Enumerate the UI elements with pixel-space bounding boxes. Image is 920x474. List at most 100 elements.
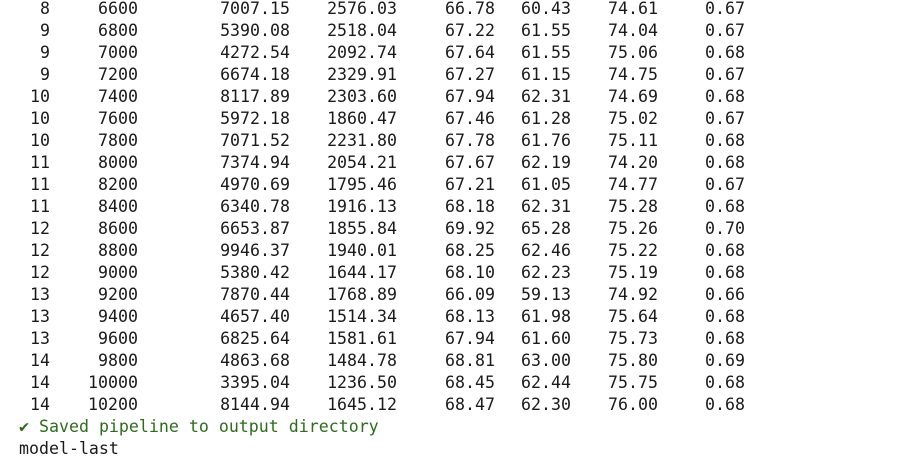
cell-epoch: 8 [40,0,50,18]
cell-epoch: 9 [40,21,50,40]
cell-loss-a: 6825.64 [220,329,290,348]
cell-score-total: 0.67 [705,0,745,18]
cell-epoch: 12 [30,263,50,282]
cell-score-total: 0.70 [705,219,745,238]
cell-score-c: 75.19 [608,263,658,282]
cell-epoch: 11 [30,153,50,172]
cell-step: 9800 [98,351,138,370]
cell-epoch: 9 [40,43,50,62]
cell-loss-a: 7007.15 [220,0,290,18]
cell-score-c: 75.73 [608,329,658,348]
cell-epoch: 13 [30,307,50,326]
cell-score-a: 67.46 [445,109,495,128]
cell-loss-a: 7870.44 [220,285,290,304]
cell-score-total: 0.67 [705,65,745,84]
cell-loss-a: 5380.42 [220,263,290,282]
cell-score-c: 75.11 [608,131,658,150]
cell-score-b: 62.19 [521,153,571,172]
cell-step: 9600 [98,329,138,348]
table-row: 11 8400 6340.78 1916.13 68.18 62.31 75.28 0.68 [0,196,920,218]
terminal-output: 8 6600 7007.15 2576.03 66.78 60.43 74.61 0.67 9 6… [0,0,920,460]
cell-score-total: 0.68 [705,263,745,282]
cell-score-b: 61.60 [521,329,571,348]
cell-step: 6800 [98,21,138,40]
cell-score-total: 0.66 [705,285,745,304]
cell-step: 7800 [98,131,138,150]
table-row: 12 8800 9946.37 1940.01 68.25 62.46 75.22 0.68 [0,240,920,262]
cell-loss-b: 1581.61 [327,329,397,348]
cell-score-a: 67.64 [445,43,495,62]
cell-step: 7600 [98,109,138,128]
cell-score-total: 0.68 [705,241,745,260]
checkmark-icon: ✔ [19,417,29,436]
table-row: 13 9200 7870.44 1768.89 66.09 59.13 74.92 0.66 [0,284,920,306]
cell-epoch: 10 [30,109,50,128]
cell-score-a: 68.13 [445,307,495,326]
cell-step: 8000 [98,153,138,172]
cell-score-c: 74.75 [608,65,658,84]
cell-loss-b: 1795.46 [327,175,397,194]
cell-score-b: 59.13 [521,285,571,304]
cell-loss-b: 1644.17 [327,263,397,282]
cell-score-a: 67.67 [445,153,495,172]
table-row: 14 10200 8144.94 1645.12 68.47 62.30 76.00 0.68 [0,394,920,416]
cell-epoch: 14 [30,395,50,414]
cell-step: 9400 [98,307,138,326]
cell-epoch: 14 [30,351,50,370]
table-row: 9 6800 5390.08 2518.04 67.22 61.55 74.04 0.67 [0,20,920,42]
table-row: 10 7400 8117.89 2303.60 67.94 62.31 74.69 0.68 [0,86,920,108]
cell-score-c: 74.92 [608,285,658,304]
cell-loss-a: 3395.04 [220,373,290,392]
cell-score-b: 61.55 [521,21,571,40]
cell-loss-a: 9946.37 [220,241,290,260]
cell-step: 7400 [98,87,138,106]
cell-loss-b: 2054.21 [327,153,397,172]
cell-loss-a: 4657.40 [220,307,290,326]
cell-score-b: 62.31 [521,197,571,216]
table-row: 10 7600 5972.18 1860.47 67.46 61.28 75.02 0.67 [0,108,920,130]
cell-score-c: 76.00 [608,395,658,414]
cell-score-c: 75.75 [608,373,658,392]
cell-loss-b: 1916.13 [327,197,397,216]
cell-step: 8800 [98,241,138,260]
cell-loss-b: 1484.78 [327,351,397,370]
cell-score-c: 75.28 [608,197,658,216]
cell-loss-a: 5390.08 [220,21,290,40]
cell-score-c: 74.77 [608,175,658,194]
cell-score-a: 68.47 [445,395,495,414]
cell-loss-b: 1855.84 [327,219,397,238]
cell-loss-a: 4863.68 [220,351,290,370]
cell-score-total: 0.68 [705,131,745,150]
cell-score-total: 0.68 [705,307,745,326]
cell-score-c: 74.04 [608,21,658,40]
cell-step: 9000 [98,263,138,282]
cell-loss-a: 7071.52 [220,131,290,150]
cell-score-a: 67.21 [445,175,495,194]
cell-epoch: 13 [30,329,50,348]
cell-score-c: 75.06 [608,43,658,62]
cell-score-a: 68.10 [445,263,495,282]
cell-loss-a: 4272.54 [220,43,290,62]
cell-score-b: 61.15 [521,65,571,84]
cell-score-a: 69.92 [445,219,495,238]
cell-loss-a: 5972.18 [220,109,290,128]
cell-step: 6600 [98,0,138,18]
cell-step: 7200 [98,65,138,84]
cell-score-b: 60.43 [521,0,571,18]
table-row: 11 8200 4970.69 1795.46 67.21 61.05 74.77 0.67 [0,174,920,196]
cell-score-b: 62.46 [521,241,571,260]
cell-score-b: 61.28 [521,109,571,128]
cell-loss-b: 1940.01 [327,241,397,260]
cell-loss-a: 6653.87 [220,219,290,238]
cell-epoch: 14 [30,373,50,392]
cell-score-a: 66.78 [445,0,495,18]
cell-score-c: 75.26 [608,219,658,238]
table-row: 14 10000 3395.04 1236.50 68.45 62.44 75.75 0.68 [0,372,920,394]
cell-step: 10000 [88,373,138,392]
cell-score-c: 75.02 [608,109,658,128]
cell-epoch: 10 [30,87,50,106]
table-row: 9 7200 6674.18 2329.91 67.27 61.15 74.75 0.67 [0,64,920,86]
cell-score-c: 74.69 [608,87,658,106]
cell-loss-b: 1768.89 [327,285,397,304]
cell-epoch: 12 [30,219,50,238]
